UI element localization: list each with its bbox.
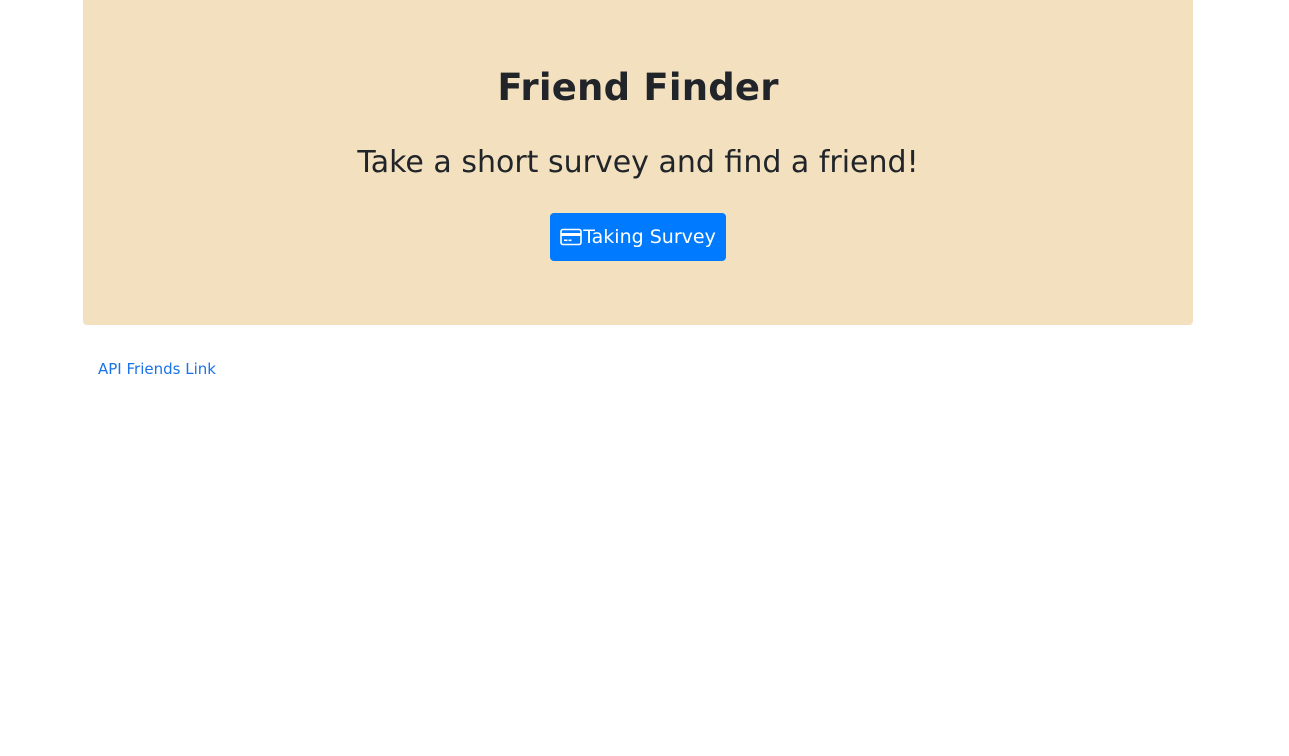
hero-banner: Friend Finder Take a short survey and fi… [83,0,1193,325]
api-friends-link[interactable]: API Friends Link [98,359,216,379]
take-survey-label: Taking Survey [583,226,716,248]
take-survey-button[interactable]: Taking Survey [550,213,726,261]
page: Friend Finder Take a short survey and fi… [0,0,1289,756]
credit-card-icon [560,227,582,247]
page-subtitle: Take a short survey and find a friend! [357,145,919,180]
page-title: Friend Finder [497,66,779,109]
